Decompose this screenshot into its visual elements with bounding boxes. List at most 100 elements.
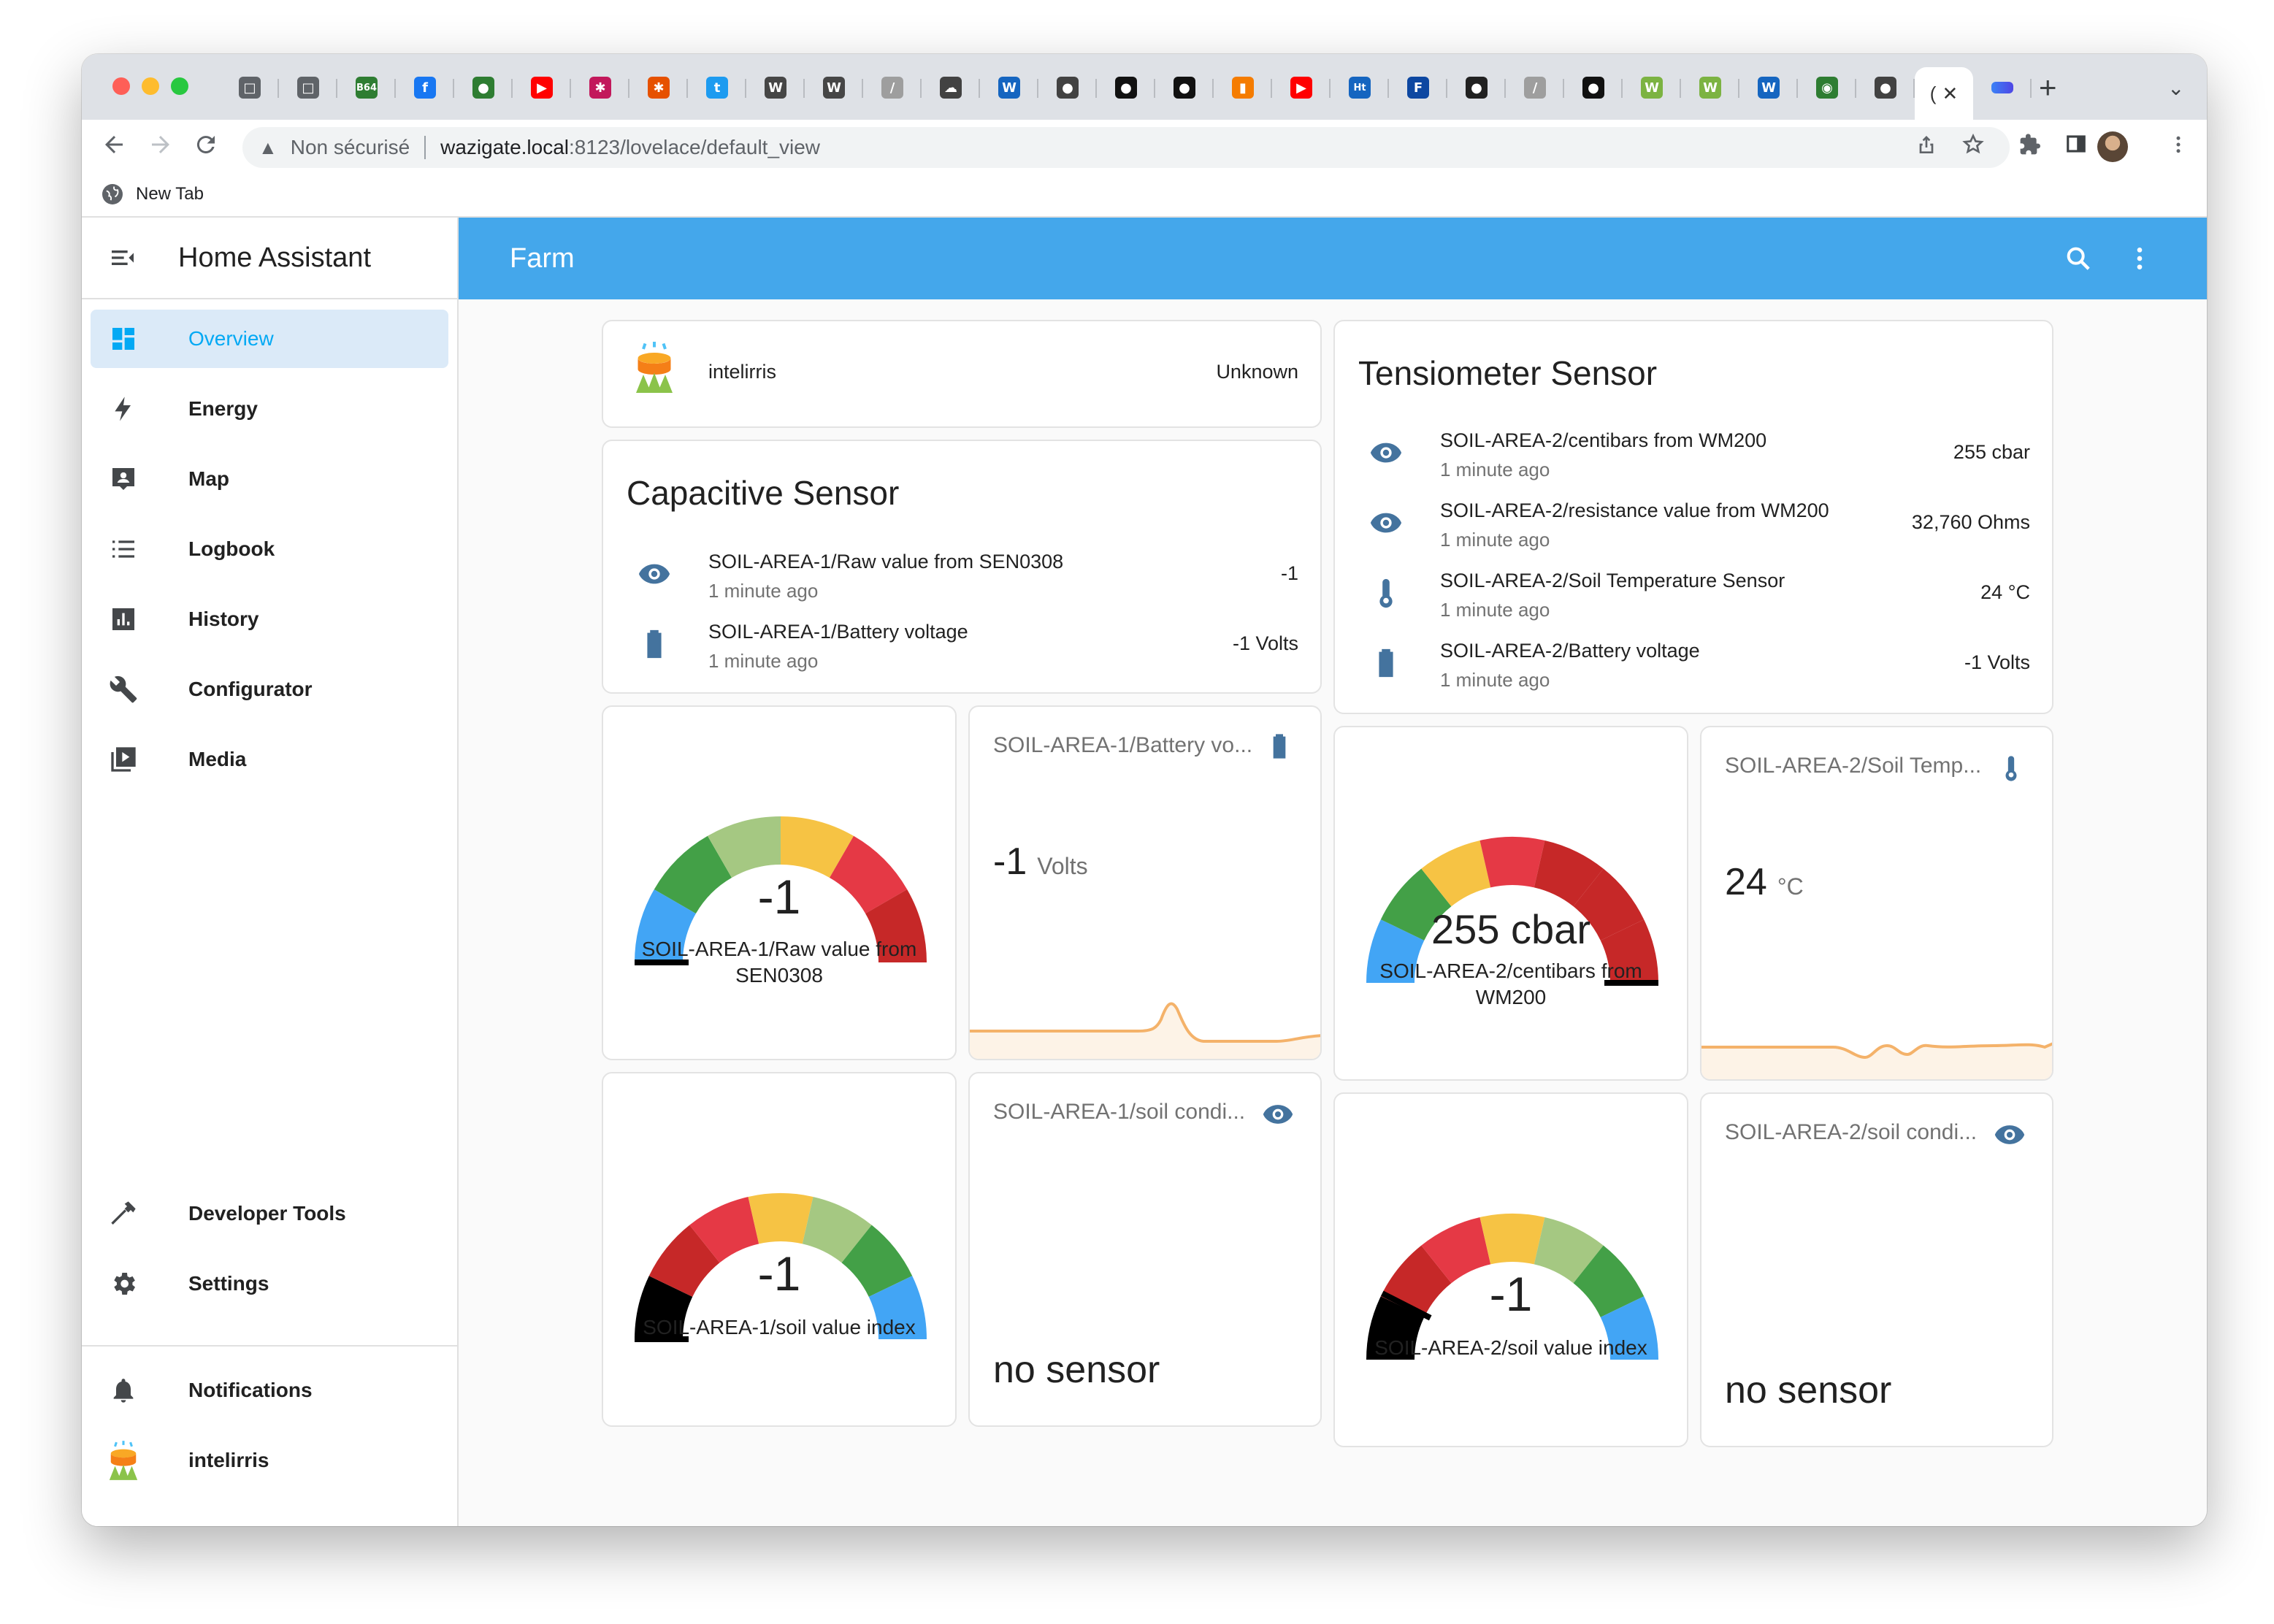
search-icon[interactable] [2064,244,2093,273]
browser-tab[interactable]: ▶ [513,67,571,108]
bookmark-new-tab[interactable]: New Tab [102,184,204,204]
close-tab-icon[interactable]: ✕ [1942,83,1958,105]
browser-tab[interactable]: ▶ [1272,67,1331,108]
sidebar-item-settings[interactable]: Settings [91,1255,448,1313]
entity-row[interactable]: SOIL-AREA-1/Battery voltage 1 minute ago… [603,610,1320,681]
gauge-card-soil-index-2[interactable]: -1 SOIL-AREA-2/soil value index [1333,1092,1688,1447]
gauge-segment [748,1193,813,1244]
reload-button[interactable] [193,131,219,158]
sidebar-item-energy[interactable]: Energy [91,380,448,438]
browser-tab[interactable]: ● [1564,67,1623,108]
browser-tab[interactable]: ✱ [629,67,688,108]
browser-tab[interactable]: ● [1038,67,1097,108]
forward-button[interactable] [148,131,174,158]
back-button[interactable] [101,131,127,158]
active-tab-favicon: ( [1929,82,1937,104]
logbook-icon [107,532,140,566]
entity-row[interactable]: SOIL-AREA-2/Soil Temperature Sensor 1 mi… [1335,559,2052,629]
bookmark-star-icon[interactable] [1961,133,1985,156]
sidebar-item-media[interactable]: Media [91,730,448,789]
temperature-sparkline [1701,1042,2052,1079]
browser-tab-active[interactable]: (✕ [1915,67,1973,120]
browser-tab[interactable]: W [980,67,1038,108]
browser-tab[interactable]: □ [279,67,337,108]
gauge-segment [1479,1214,1545,1265]
share-icon[interactable] [1915,133,1938,156]
address-separator [424,136,426,159]
address-bar[interactable]: ▲ Non sécurisé wazigate.local :8123/love… [242,127,2010,168]
browser-tab[interactable]: Ht [1331,67,1389,108]
browser-tab[interactable]: W [1739,67,1798,108]
browser-tab[interactable]: ● [1856,67,1915,108]
extensions-icon[interactable] [2018,133,2042,156]
sidebar-item-overview[interactable]: Overview [91,310,448,368]
sensor-card-battery-voltage[interactable]: SOIL-AREA-1/Battery vo... -1 Volts [968,705,1322,1060]
browser-tab[interactable]: ◉ [1798,67,1856,108]
minimize-window-button[interactable] [142,77,159,95]
gauge-card-soil-index-1[interactable]: -1 SOIL-AREA-1/soil value index [602,1072,957,1427]
sensor-state: no sensor [1725,1369,1892,1412]
browser-tab[interactable]: W [1623,67,1681,108]
side-panel-icon[interactable] [2065,133,2087,155]
browser-tab[interactable]: W [805,67,863,108]
sidebar-divider [82,1345,457,1347]
stripe-icon [1991,82,2013,93]
sensor-card-soil-temperature[interactable]: SOIL-AREA-2/Soil Temp... 24 °C [1700,726,2053,1081]
sidebar-item-user[interactable]: intelirris [91,1431,448,1490]
profile-avatar[interactable] [2097,131,2128,162]
browser-tab[interactable]: W [746,67,805,108]
history-icon [107,602,140,636]
browser-tab[interactable]: ▮ [1214,67,1272,108]
wa-icon: W [1699,77,1721,99]
battery-icon [637,627,672,662]
browser-tab[interactable]: B64 [337,67,396,108]
browser-tab[interactable]: ☁ [922,67,980,108]
browser-tab[interactable]: ✱ [571,67,629,108]
browser-tab[interactable]: / [863,67,922,108]
entity-row[interactable]: SOIL-AREA-2/Battery voltage 1 minute ago… [1335,629,2052,700]
intelirris-avatar [107,1441,140,1480]
sensor-card-soil-condition-2[interactable]: SOIL-AREA-2/soil condi... no sensor [1700,1092,2053,1447]
gauge-card-raw-value[interactable]: -1 SOIL-AREA-1/Raw value from SEN0308 [602,705,957,1060]
entity-row[interactable]: SOIL-AREA-2/centibars from WM200 1 minut… [1335,419,2052,489]
browser-tab[interactable]: / [1506,67,1564,108]
browser-tab[interactable]: f [396,67,454,108]
browser-tab[interactable]: □ [221,67,279,108]
new-tab-button[interactable]: + [2039,70,2057,105]
close-window-button[interactable] [112,77,130,95]
sidebar-item-map[interactable]: Map [91,450,448,508]
github-icon: ● [1174,77,1195,99]
gear-icon [107,1267,140,1301]
more-options-icon[interactable] [2125,244,2154,273]
tab-search-button[interactable]: ⌄ [2167,76,2184,100]
browser-tab[interactable] [1973,67,2032,108]
browser-tab[interactable]: ● [1155,67,1214,108]
security-label[interactable]: Non sécurisé [291,136,410,159]
sidebar-item-logbook[interactable]: Logbook [91,520,448,578]
warning-icon: ▲ [259,136,277,158]
gauge-card-centibars[interactable]: 255 cbar SOIL-AREA-2/centibars from WM20… [1333,726,1688,1081]
maximize-window-button[interactable] [171,77,188,95]
sensor-card-soil-condition-1[interactable]: SOIL-AREA-1/soil condi... no sensor [968,1072,1322,1427]
browser-tab[interactable]: ● [454,67,513,108]
browser-tab[interactable]: ● [1097,67,1155,108]
sidebar-item-notifications[interactable]: Notifications [91,1361,448,1420]
entity-time: 1 minute ago [708,650,819,672]
entity-row[interactable]: SOIL-AREA-1/Raw value from SEN0308 1 min… [603,540,1320,610]
doc-icon: F [1407,77,1429,99]
sidebar-item-configurator[interactable]: Configurator [91,660,448,719]
browser-tab[interactable]: t [688,67,746,108]
entity-row[interactable]: intelirris Unknown [603,339,1320,409]
menu-collapse-icon[interactable] [108,243,137,272]
sidebar-item-developer-tools[interactable]: Developer Tools [91,1184,448,1243]
entity-row[interactable]: SOIL-AREA-2/resistance value from WM200 … [1335,489,2052,559]
eye-icon [1368,505,1404,540]
browser-tab[interactable]: F [1389,67,1447,108]
intelirris-entity-card[interactable]: intelirris Unknown [602,320,1322,428]
gauge-label: SOIL-AREA-2/soil value index [1374,1336,1647,1359]
browser-tab[interactable]: W [1681,67,1739,108]
gauge-label: SOIL-AREA-1/soil value index [643,1316,916,1338]
browser-tab[interactable]: ● [1447,67,1506,108]
chrome-menu-icon[interactable] [2167,133,2189,156]
sidebar-item-history[interactable]: History [91,590,448,648]
